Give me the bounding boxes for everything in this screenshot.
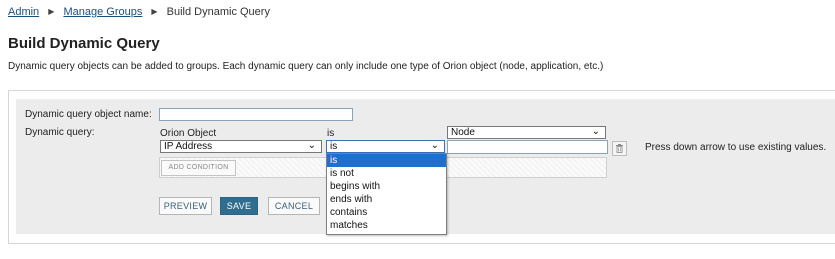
dropdown-option-begins-with[interactable]: begins with xyxy=(327,180,446,193)
page-description: Dynamic query objects can be added to gr… xyxy=(8,61,604,72)
operator-select[interactable]: is ⌄ xyxy=(326,140,445,153)
preview-button[interactable]: PREVIEW xyxy=(159,197,212,215)
chevron-down-icon: ⌄ xyxy=(430,140,439,151)
dropdown-option-ends-with[interactable]: ends with xyxy=(327,193,446,206)
orion-object-label: Orion Object xyxy=(160,128,217,139)
condition-value-input[interactable] xyxy=(447,140,608,154)
dropdown-option-matches[interactable]: matches xyxy=(327,219,446,232)
breadcrumb-current: Build Dynamic Query xyxy=(166,6,270,18)
dropdown-option-is[interactable]: is xyxy=(327,154,446,167)
property-select[interactable]: IP Address ⌄ xyxy=(160,140,322,153)
dropdown-option-contains[interactable]: contains xyxy=(327,206,446,219)
breadcrumb-link-manage-groups[interactable]: Manage Groups xyxy=(63,6,142,18)
query-name-input[interactable] xyxy=(159,108,353,121)
trash-icon xyxy=(616,144,623,153)
delete-condition-button[interactable] xyxy=(612,141,627,156)
cancel-button[interactable]: CANCEL xyxy=(268,197,320,215)
triangle-right-icon: ▶ xyxy=(48,7,55,16)
object-type-select[interactable]: Node ⌄ xyxy=(447,126,606,139)
dynamic-query-label: Dynamic query: xyxy=(25,127,95,138)
query-name-label: Dynamic query object name: xyxy=(25,109,152,120)
is-label: is xyxy=(327,128,335,139)
hint-text: Press down arrow to use existing values. xyxy=(645,142,827,153)
breadcrumb-link-admin[interactable]: Admin xyxy=(8,6,39,18)
page-title: Build Dynamic Query xyxy=(8,35,160,52)
chevron-down-icon: ⌄ xyxy=(591,126,600,137)
save-button[interactable]: SAVE xyxy=(220,197,258,215)
operator-dropdown-list: is is not begins with ends with contains… xyxy=(326,153,447,235)
triangle-right-icon: ▶ xyxy=(151,7,158,16)
dropdown-option-is-not[interactable]: is not xyxy=(327,167,446,180)
chevron-down-icon: ⌄ xyxy=(307,140,316,151)
add-condition-button[interactable]: ADD CONDITION xyxy=(161,160,236,176)
breadcrumb: Admin ▶ Manage Groups ▶ Build Dynamic Qu… xyxy=(8,6,270,18)
